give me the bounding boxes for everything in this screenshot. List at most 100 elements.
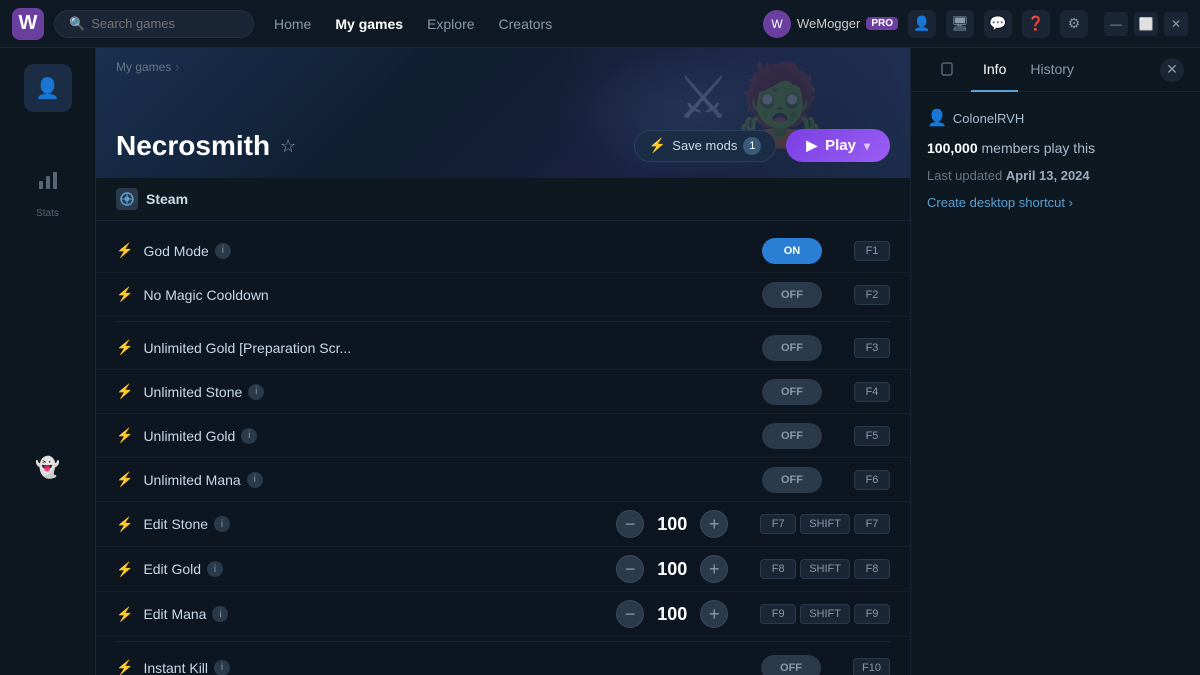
stepper-plus-edit-gold[interactable]: +: [700, 555, 728, 583]
maximize-button[interactable]: ⬜: [1134, 12, 1158, 36]
stepper-minus-edit-gold[interactable]: −: [616, 555, 644, 583]
key-unlimited-gold: F5: [854, 426, 890, 446]
stepper-minus-edit-stone[interactable]: −: [616, 510, 644, 538]
info-badge-edit-gold[interactable]: i: [207, 561, 223, 577]
toggle-unlimited-stone[interactable]: OFF: [762, 379, 822, 405]
monitor-icon[interactable]: 🖥: [946, 10, 974, 38]
main-nav: Home My games Explore Creators: [274, 16, 552, 32]
stats-label: Stats: [36, 208, 59, 219]
search-box[interactable]: 🔍: [54, 10, 254, 38]
info-badge-unlimited-mana[interactable]: i: [247, 472, 263, 488]
history-tab-text: History: [1030, 61, 1074, 77]
nav-home[interactable]: Home: [274, 16, 311, 32]
stepper-edit-mana: − 100 +: [616, 600, 728, 628]
titlebar: W 🔍 Home My games Explore Creators W WeM…: [0, 0, 1200, 48]
platform-name: Steam: [146, 191, 188, 207]
close-button[interactable]: ✕: [1164, 12, 1188, 36]
toggle-unlimited-gold-prep[interactable]: OFF: [762, 335, 822, 361]
info-badge-god-mode[interactable]: i: [215, 243, 231, 259]
key-unlimited-mana: F6: [854, 470, 890, 490]
info-badge-unlimited-gold[interactable]: i: [241, 428, 257, 444]
breadcrumb-separator: ›: [175, 60, 179, 74]
history-tab-label: [939, 60, 959, 77]
key-shift-f-edit-stone: F7: [854, 514, 890, 534]
save-mods-button[interactable]: ⚡ Save mods 1: [634, 130, 776, 162]
sidebar: 👤 Stats 👻: [0, 48, 96, 675]
info-badge-edit-mana[interactable]: i: [212, 606, 228, 622]
profile-icon[interactable]: 👤: [908, 10, 936, 38]
last-updated-label: Last updated: [927, 168, 1002, 183]
cheat-icon-edit-mana: ⚡: [116, 606, 133, 623]
nav-explore[interactable]: Explore: [427, 16, 474, 32]
cheat-name-no-magic-cooldown: No Magic Cooldown: [143, 287, 442, 303]
key-shift-edit-stone: SHIFT: [800, 514, 850, 534]
settings-icon[interactable]: ⚙: [1060, 10, 1088, 38]
user-row: 👤 ColonelRVH: [927, 108, 1184, 128]
discord-icon[interactable]: 💬: [984, 10, 1012, 38]
toggle-unlimited-gold[interactable]: OFF: [762, 423, 822, 449]
cheat-separator-2: [116, 321, 890, 322]
panel-close-button[interactable]: ✕: [1160, 58, 1184, 82]
nav-creators[interactable]: Creators: [499, 16, 553, 32]
cheat-row-edit-gold: ⚡ Edit Gold i − 100 + F8 SHIFT F8: [96, 547, 910, 592]
key-group-edit-stone: F7 SHIFT F7: [760, 514, 890, 534]
save-mods-icon: ⚡: [649, 137, 666, 154]
user-badge: W WeMogger PRO: [763, 10, 898, 38]
info-badge-unlimited-stone[interactable]: i: [248, 384, 264, 400]
stepper-plus-edit-stone[interactable]: +: [700, 510, 728, 538]
pro-badge: PRO: [866, 17, 898, 30]
key-group-edit-gold: F8 SHIFT F8: [760, 559, 890, 579]
tab-info[interactable]: Info: [971, 48, 1018, 92]
play-label: Play: [825, 137, 856, 154]
toggle-no-magic-cooldown[interactable]: OFF: [762, 282, 822, 308]
info-badge-edit-stone[interactable]: i: [214, 516, 230, 532]
key-unlimited-stone: F4: [854, 382, 890, 402]
stepper-value-edit-gold: 100: [652, 559, 692, 580]
toggle-god-mode[interactable]: ON: [762, 238, 822, 264]
cheat-icon-unlimited-gold-prep: ⚡: [116, 339, 133, 356]
platform-row: Steam: [96, 178, 910, 221]
user-panel-icon: 👤: [927, 108, 947, 128]
key-god-mode: F1: [854, 241, 890, 261]
tab-history[interactable]: [927, 48, 971, 92]
cheat-icon-instant-kill: ⚡: [116, 659, 133, 675]
sidebar-item-ghost[interactable]: 👻: [24, 443, 72, 491]
minimize-button[interactable]: —: [1104, 12, 1128, 36]
last-updated-date: April 13, 2024: [1006, 168, 1090, 183]
desktop-shortcut-link[interactable]: Create desktop shortcut ›: [927, 195, 1184, 210]
tab-history-text[interactable]: History: [1018, 48, 1086, 92]
key-shift-f-edit-mana: F9: [854, 604, 890, 624]
cheat-row-unlimited-stone: ⚡ Unlimited Stone i OFF F4: [96, 370, 910, 414]
breadcrumb-parent[interactable]: My games: [116, 60, 171, 74]
cheat-name-unlimited-mana: Unlimited Mana i: [143, 472, 442, 488]
titlebar-right: W WeMogger PRO 👤 🖥 💬 ❓ ⚙ — ⬜ ✕: [763, 10, 1188, 38]
nav-my-games[interactable]: My games: [335, 16, 403, 32]
cheat-separator: [116, 641, 890, 642]
play-button[interactable]: ▶ Play ▾: [786, 129, 890, 162]
cheat-icon-unlimited-stone: ⚡: [116, 383, 133, 400]
sidebar-item-stats[interactable]: [24, 156, 72, 204]
key-shift-edit-gold: SHIFT: [800, 559, 850, 579]
help-icon[interactable]: ❓: [1022, 10, 1050, 38]
cheat-name-unlimited-stone: Unlimited Stone i: [143, 384, 442, 400]
user-panel-name: ColonelRVH: [953, 111, 1024, 126]
cheat-row-instant-kill: ⚡ Instant Kill i OFF F10: [96, 646, 910, 675]
key-instant-kill: F10: [853, 658, 890, 675]
play-dropdown-icon[interactable]: ▾: [864, 139, 870, 153]
toggle-instant-kill[interactable]: OFF: [761, 655, 821, 675]
stepper-edit-stone: − 100 +: [616, 510, 728, 538]
info-tab-label: Info: [983, 61, 1006, 77]
cheat-row-edit-stone: ⚡ Edit Stone i − 100 + F7 SHIFT F7: [96, 502, 910, 547]
right-panel: Info History ✕ 👤 ColonelRVH 100,000 memb…: [910, 48, 1200, 675]
stepper-plus-edit-mana[interactable]: +: [700, 600, 728, 628]
stepper-minus-edit-mana[interactable]: −: [616, 600, 644, 628]
member-count: 100,000 members play this: [927, 140, 1184, 156]
search-input[interactable]: [91, 16, 231, 31]
info-badge-instant-kill[interactable]: i: [214, 660, 230, 675]
sidebar-item-user[interactable]: 👤: [24, 64, 72, 112]
star-icon[interactable]: ☆: [280, 136, 296, 157]
key-primary-edit-mana: F9: [760, 604, 796, 624]
panel-content: 👤 ColonelRVH 100,000 members play this L…: [911, 92, 1200, 226]
toggle-unlimited-mana[interactable]: OFF: [762, 467, 822, 493]
cheat-name-edit-stone: Edit Stone i: [143, 516, 369, 532]
